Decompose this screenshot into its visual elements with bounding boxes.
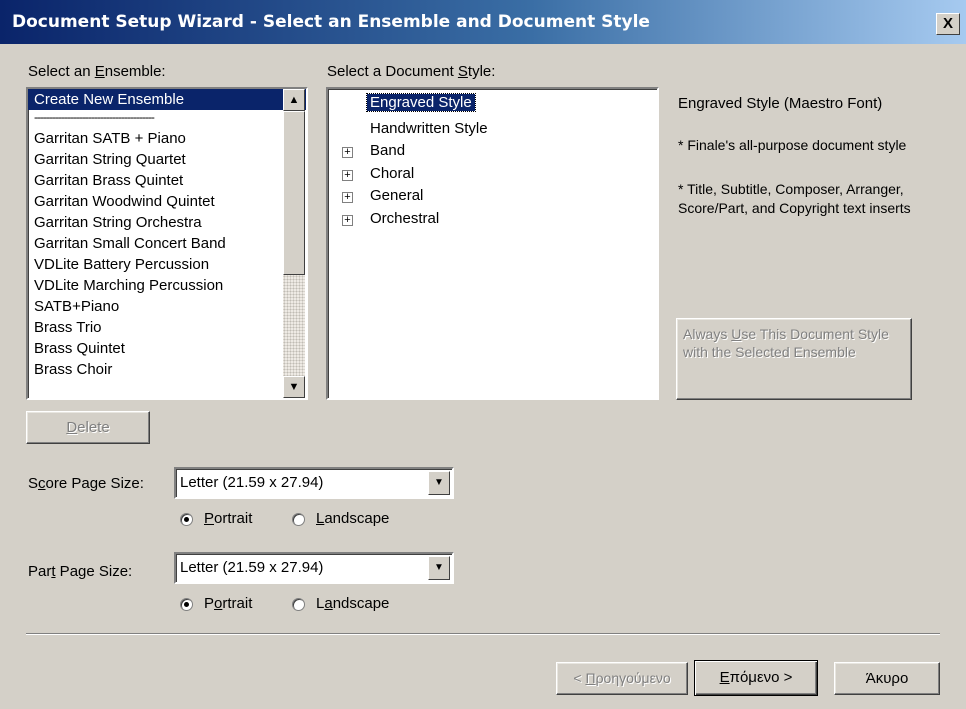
ensemble-item[interactable]: Brass Quintet (28, 338, 306, 359)
score-page-size-select[interactable]: Letter (21.59 x 27.94) ▼ (174, 467, 454, 499)
style-description-line1: * Finale's all-purpose document style (678, 137, 907, 153)
tree-item-choral[interactable]: Choral (370, 165, 414, 182)
always-use-style-button[interactable]: Always Use This Document Style with the … (676, 318, 912, 400)
part-landscape-radio[interactable] (292, 598, 305, 611)
ensemble-item[interactable]: Brass Choir (28, 359, 306, 380)
score-landscape-radio[interactable] (292, 513, 305, 526)
score-landscape-label[interactable]: Landscape (316, 510, 389, 527)
score-portrait-label[interactable]: Portrait (204, 510, 252, 527)
score-portrait-radio[interactable] (180, 513, 193, 526)
ensemble-item[interactable]: Brass Trio (28, 317, 306, 338)
tree-item-band[interactable]: Band (370, 142, 405, 159)
ensemble-item-create-new[interactable]: Create New Ensemble (28, 89, 306, 110)
scroll-up-button[interactable]: ▲ (283, 89, 305, 111)
ensemble-item[interactable]: VDLite Marching Percussion (28, 275, 306, 296)
close-icon: X (942, 15, 953, 32)
back-button[interactable]: < Προηγούμενο (556, 662, 688, 695)
ensemble-item[interactable]: SATB+Piano (28, 296, 306, 317)
chevron-down-icon[interactable]: ▼ (428, 471, 450, 495)
tree-item-orchestral[interactable]: Orchestral (370, 210, 439, 227)
cancel-button[interactable]: Άκυρο (834, 662, 940, 695)
ensemble-item[interactable]: Garritan Brass Quintet (28, 170, 306, 191)
ensemble-item[interactable]: Garritan SATB + Piano (28, 128, 306, 149)
close-button[interactable]: X (936, 13, 960, 35)
expand-plus-icon[interactable]: + (342, 192, 353, 203)
next-button[interactable]: Επόμενο > (694, 660, 818, 696)
part-portrait-radio[interactable] (180, 598, 193, 611)
score-page-size-label: Score Page Size: (28, 475, 144, 492)
window-title: Document Setup Wizard - Select an Ensemb… (12, 12, 650, 32)
ensemble-list[interactable]: Create New Ensemble --------------------… (26, 87, 308, 400)
style-description-heading: Engraved Style (Maestro Font) (678, 95, 883, 112)
footer-separator (26, 633, 940, 635)
ensemble-item[interactable]: Garritan Woodwind Quintet (28, 191, 306, 212)
arrow-down-icon: ▼ (288, 381, 300, 393)
ensemble-item[interactable]: Garritan String Quartet (28, 149, 306, 170)
delete-button[interactable]: Delete (26, 411, 150, 444)
tree-item-engraved-style[interactable]: Engraved Style (366, 93, 476, 112)
expand-plus-icon[interactable]: + (342, 170, 353, 181)
part-landscape-label[interactable]: Landscape (316, 595, 389, 612)
expand-plus-icon[interactable]: + (342, 147, 353, 158)
chevron-down-icon[interactable]: ▼ (428, 556, 450, 580)
part-page-size-label: Part Page Size: (28, 563, 133, 580)
scroll-track[interactable] (283, 275, 305, 376)
expand-plus-icon[interactable]: + (342, 215, 353, 226)
document-style-tree[interactable]: Engraved Style Handwritten Style + Band … (326, 87, 659, 400)
tree-item-general[interactable]: General (370, 187, 423, 204)
ensemble-label: Select an Ensemble: (28, 63, 166, 80)
scroll-thumb[interactable] (283, 111, 305, 275)
ensemble-item[interactable]: Garritan Small Concert Band (28, 233, 306, 254)
document-style-label: Select a Document Style: (327, 63, 496, 80)
scroll-down-button[interactable]: ▼ (283, 376, 305, 398)
part-page-size-select[interactable]: Letter (21.59 x 27.94) ▼ (174, 552, 454, 584)
part-portrait-label[interactable]: Portrait (204, 595, 252, 612)
tree-item-handwritten-style[interactable]: Handwritten Style (370, 120, 488, 137)
ensemble-separator: ---------------------------------------- (34, 110, 155, 124)
arrow-up-icon: ▲ (288, 94, 300, 106)
ensemble-item[interactable]: VDLite Battery Percussion (28, 254, 306, 275)
style-description-line2: * Title, Subtitle, Composer, Arranger, S… (678, 181, 911, 216)
ensemble-scrollbar[interactable]: ▲ ▼ (283, 89, 305, 398)
ensemble-item[interactable]: Garritan String Orchestra (28, 212, 306, 233)
